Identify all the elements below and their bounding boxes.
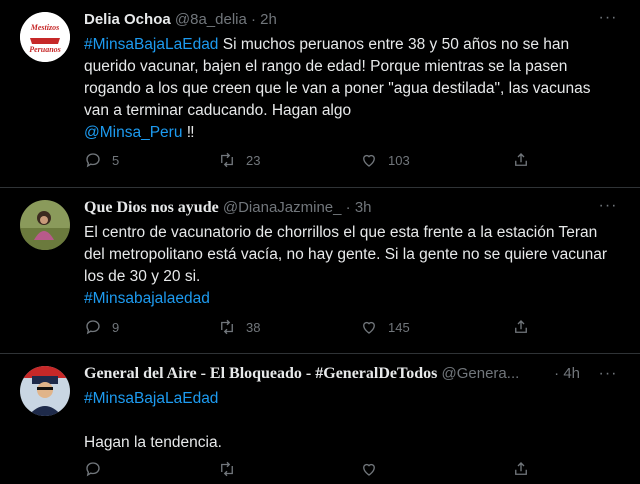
tweet-body-text: Hagan la tendencia. bbox=[84, 434, 222, 451]
hashtag-link[interactable]: #Minsabajalaedad bbox=[84, 290, 210, 307]
hashtag-link[interactable]: #MinsaBajaLaEdad bbox=[84, 390, 218, 407]
tweet-text: El centro de vacunatorio de chorrillos e… bbox=[84, 222, 612, 310]
author-handle[interactable]: @Genera... bbox=[442, 365, 520, 382]
separator-dot: · bbox=[251, 11, 256, 28]
retweet-count: 38 bbox=[246, 319, 261, 335]
tweet-actions: 5 23 103 bbox=[84, 151, 612, 175]
more-icon[interactable]: ··· bbox=[598, 10, 618, 30]
share-icon bbox=[515, 153, 527, 166]
share-button[interactable] bbox=[512, 318, 530, 336]
share-button[interactable] bbox=[512, 151, 530, 169]
retweet-icon bbox=[221, 152, 233, 168]
timestamp[interactable]: 3h bbox=[355, 199, 372, 216]
retweet-icon bbox=[221, 461, 233, 477]
author-name[interactable]: Delia Ochoa bbox=[84, 11, 171, 28]
tweet-text: #MinsaBajaLaEdad Si muchos peruanos entr… bbox=[84, 34, 612, 144]
reply-icon bbox=[86, 320, 100, 335]
author-handle[interactable]: @DianaJazmine_ bbox=[223, 199, 342, 216]
share-button[interactable] bbox=[512, 460, 530, 478]
more-icon[interactable]: ··· bbox=[598, 366, 618, 386]
more-icon[interactable]: ··· bbox=[598, 198, 618, 218]
retweet-button[interactable] bbox=[218, 460, 236, 478]
reply-button[interactable] bbox=[84, 460, 102, 478]
reply-button[interactable]: 9 bbox=[84, 318, 119, 336]
timestamp[interactable]: 4h bbox=[563, 365, 580, 382]
retweet-button[interactable]: 38 bbox=[218, 318, 260, 336]
like-button[interactable]: 103 bbox=[360, 151, 410, 169]
tweet-actions: 9 38 145 bbox=[84, 318, 612, 342]
tweet-header: Que Dios nos ayude @DianaJazmine_ · 3h bbox=[84, 198, 580, 218]
like-button[interactable] bbox=[360, 460, 378, 478]
retweet-icon bbox=[221, 319, 233, 335]
svg-text:Peruanos: Peruanos bbox=[29, 45, 61, 54]
like-icon bbox=[363, 463, 375, 476]
tweet-meta: · 4h bbox=[554, 364, 580, 384]
like-count: 103 bbox=[388, 152, 410, 168]
like-button[interactable]: 145 bbox=[360, 318, 410, 336]
tweet-body-emoji: ‼ bbox=[182, 124, 195, 141]
separator-dot: · bbox=[554, 365, 560, 382]
avatar-logo-text: Mestizos bbox=[30, 23, 59, 32]
tweet-3[interactable]: General del Aire - El Bloqueado - #Gener… bbox=[0, 354, 640, 477]
tweet-actions bbox=[84, 460, 612, 484]
avatar[interactable] bbox=[20, 200, 70, 250]
separator-dot: · bbox=[345, 199, 351, 216]
like-icon bbox=[363, 154, 375, 167]
retweet-button[interactable]: 23 bbox=[218, 151, 260, 169]
author-name[interactable]: Que Dios nos ayude bbox=[84, 199, 219, 216]
reply-button[interactable]: 5 bbox=[84, 151, 119, 169]
timestamp[interactable]: 2h bbox=[260, 11, 277, 28]
tweet-2[interactable]: Que Dios nos ayude @DianaJazmine_ · 3h ·… bbox=[0, 188, 640, 354]
reply-icon bbox=[86, 153, 100, 168]
share-icon bbox=[515, 462, 527, 475]
avatar[interactable]: Mestizos Peruanos bbox=[20, 12, 70, 62]
retweet-count: 23 bbox=[246, 152, 261, 168]
avatar[interactable] bbox=[20, 366, 70, 416]
like-icon bbox=[363, 321, 375, 334]
tweet-1[interactable]: Mestizos Peruanos Delia Ochoa @8a_delia … bbox=[0, 0, 640, 188]
reply-count: 9 bbox=[112, 319, 120, 335]
tweet-text: #MinsaBajaLaEdad Hagan la tendencia. bbox=[84, 388, 612, 454]
mention-link[interactable]: @Minsa_Peru bbox=[84, 124, 182, 141]
author-handle[interactable]: @8a_delia bbox=[175, 11, 247, 28]
tweet-header: Delia Ochoa @8a_delia · 2h bbox=[84, 10, 580, 30]
like-count: 145 bbox=[388, 319, 410, 335]
author-name[interactable]: General del Aire - El Bloqueado - #Gener… bbox=[84, 365, 437, 382]
tweet-body-text: El centro de vacunatorio de chorrillos e… bbox=[84, 224, 608, 285]
share-icon bbox=[515, 320, 527, 333]
reply-count: 5 bbox=[112, 152, 120, 168]
reply-icon bbox=[86, 462, 100, 477]
tweet-feed: Mestizos Peruanos Delia Ochoa @8a_delia … bbox=[0, 0, 640, 477]
hashtag-link[interactable]: #MinsaBajaLaEdad bbox=[84, 36, 218, 53]
tweet-header: General del Aire - El Bloqueado - #Gener… bbox=[84, 364, 570, 384]
